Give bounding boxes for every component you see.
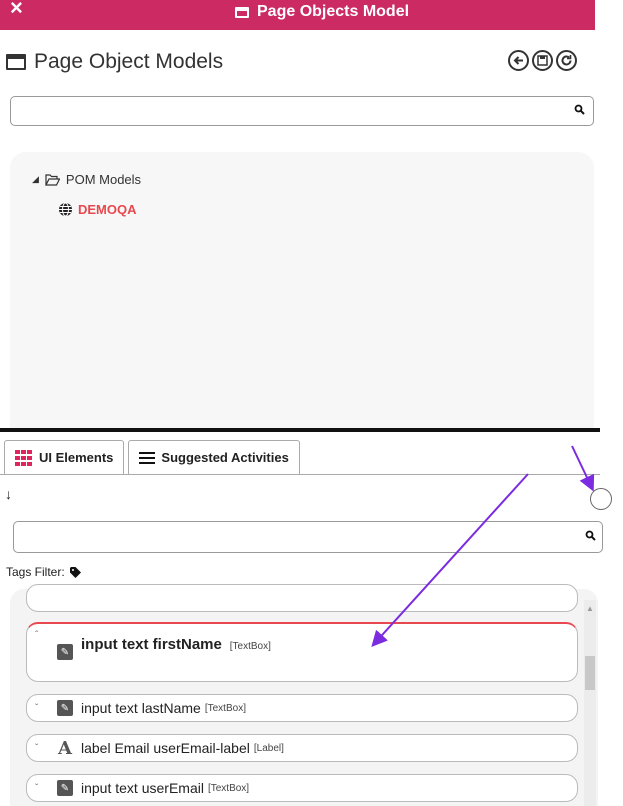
list-item[interactable]: ˇ A label Email userEmail-label [Label] — [26, 734, 578, 762]
globe-icon — [59, 202, 72, 217]
expand-caret-icon[interactable]: ˇ — [35, 783, 49, 794]
expand-caret-icon[interactable]: ˇ — [35, 703, 49, 714]
element-name: input text lastName — [81, 700, 201, 716]
element-type: [Label] — [253, 742, 284, 754]
window-icon — [235, 6, 249, 18]
search-icon[interactable] — [585, 530, 596, 541]
tab-ui-elements[interactable]: UI Elements — [4, 440, 125, 474]
tags-filter: Tags Filter: — [6, 565, 81, 579]
expand-caret-icon[interactable]: ˇ — [35, 743, 49, 754]
search-box — [10, 96, 594, 126]
expand-triangle-icon[interactable]: ◢ — [32, 174, 39, 185]
close-icon[interactable]: × — [10, 0, 23, 19]
list-item-partial[interactable] — [26, 584, 578, 612]
tags-filter-label: Tags Filter: — [6, 565, 65, 579]
annotation-arrow — [571, 445, 595, 492]
tab-suggested-activities[interactable]: Suggested Activities — [128, 440, 300, 474]
scrollbar-thumb[interactable] — [585, 656, 595, 690]
element-type: [TextBox] — [207, 782, 250, 794]
window-title-text: Page Objects Model — [257, 3, 410, 20]
window-icon — [6, 54, 26, 70]
list-icon — [139, 451, 156, 464]
scrollbar[interactable] — [584, 600, 596, 806]
element-name: input text userEmail — [81, 780, 204, 796]
tag-icon[interactable] — [69, 566, 81, 578]
element-type: [TextBox] — [229, 641, 271, 652]
back-arrow-icon[interactable] — [508, 50, 529, 71]
elements-search-box — [13, 521, 603, 553]
label-icon: A — [58, 737, 72, 759]
element-title: input text firstName [TextBox] — [81, 636, 271, 653]
tree-node-pom-models[interactable]: ◢ POM Models — [32, 172, 141, 187]
tab-underline — [0, 474, 600, 475]
search-icon[interactable] — [574, 104, 585, 115]
options-button[interactable] — [590, 488, 612, 510]
scroll-up-arrow-icon[interactable]: ▲ — [586, 604, 594, 613]
tab-bar: UI Elements Suggested Activities — [4, 440, 300, 474]
list-item-selected[interactable]: ˆ ✎ input text firstName [TextBox] — [26, 622, 578, 682]
tree-child-label: DEMOQA — [78, 202, 137, 217]
panel-divider[interactable] — [0, 428, 600, 432]
header-actions — [508, 50, 577, 71]
textbox-icon: ✎ — [57, 780, 73, 796]
double-chevron-down-icon[interactable]: ↓ — [5, 486, 12, 502]
refresh-icon[interactable] — [556, 50, 577, 71]
tab-label: Suggested Activities — [161, 450, 289, 465]
save-icon[interactable] — [532, 50, 553, 71]
element-name: input text firstName — [81, 636, 222, 653]
page-title: Page Object Models — [34, 50, 224, 73]
grid-icon — [15, 449, 32, 466]
folder-open-icon — [44, 173, 60, 186]
window-title: Page Objects Model — [235, 3, 409, 21]
tree-root-label: POM Models — [65, 172, 142, 187]
collapse-caret-icon[interactable]: ˆ — [35, 630, 49, 641]
textbox-icon: ✎ — [57, 700, 73, 716]
page-header: Page Object Models — [6, 50, 223, 74]
list-item[interactable]: ˇ ✎ input text lastName [TextBox] — [26, 694, 578, 722]
search-input[interactable] — [17, 97, 561, 125]
title-bar: × Page Objects Model — [0, 0, 595, 30]
list-item[interactable]: ˇ ✎ input text userEmail [TextBox] — [26, 774, 578, 802]
tab-label: UI Elements — [39, 450, 114, 465]
element-name: label Email userEmail-label — [81, 740, 250, 756]
textbox-icon: ✎ — [57, 644, 73, 660]
element-type: [TextBox] — [204, 702, 246, 714]
tree-node-demoqa[interactable]: DEMOQA — [58, 202, 137, 217]
tree-panel: ◢ POM Models DEMOQA — [10, 152, 594, 428]
